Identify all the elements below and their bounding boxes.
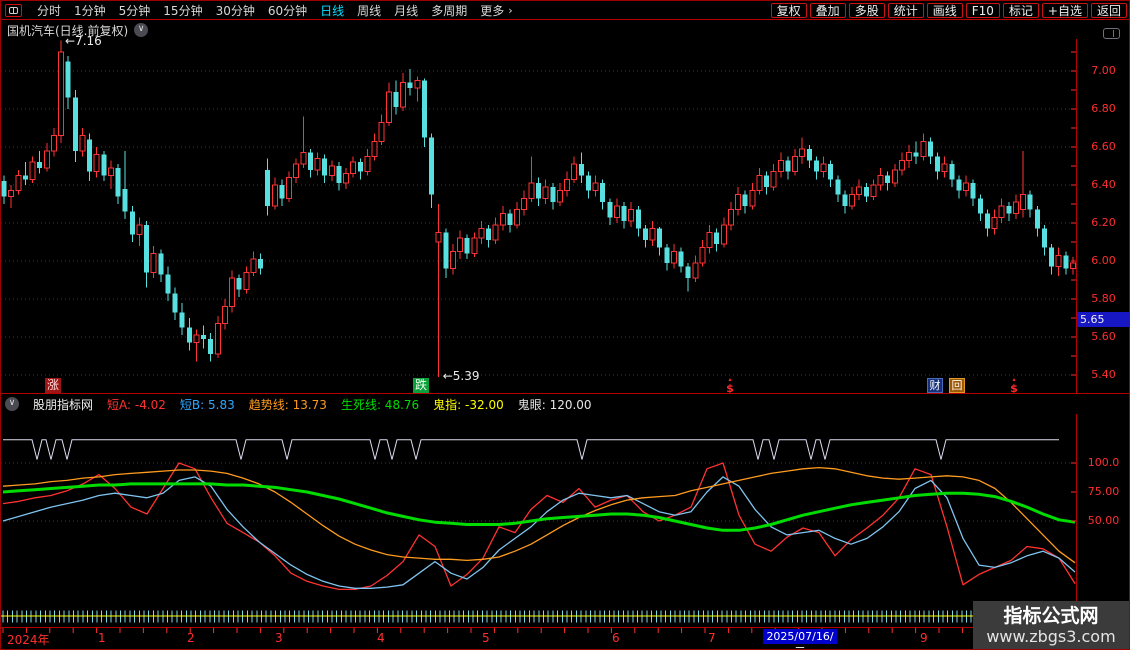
app-window: 分时 1分钟 5分钟 15分钟 30分钟 60分钟 日线 周线 月线 多周期 更多 › 复权 叠加 多股… bbox=[0, 0, 1130, 650]
watermark-badge: 指标公式网 www.zbgs3.com bbox=[973, 601, 1129, 649]
price-axis-label: 5.60 bbox=[1091, 330, 1116, 343]
period-tab-多周期[interactable]: 多周期 bbox=[431, 2, 467, 19]
chart-title-row: 国机汽车(日线.前复权) ∨ bbox=[7, 22, 149, 38]
price-axis-label: 6.20 bbox=[1091, 216, 1116, 229]
indicator-axis-label: 100.0 bbox=[1087, 456, 1120, 469]
price-axis-label: 5.40 bbox=[1091, 368, 1116, 381]
more-chevron-icon: › bbox=[508, 3, 513, 17]
price-axis-label: 6.40 bbox=[1091, 178, 1116, 191]
date-axis: 2025/07/16/三 2024年 1 2 3 4 5 6 7 9 bbox=[1, 627, 1077, 649]
period-tab-周线[interactable]: 周线 bbox=[357, 2, 381, 19]
window-layout-icon[interactable] bbox=[5, 3, 22, 17]
fall-marker: 跌 bbox=[413, 378, 429, 393]
period-tab-月线[interactable]: 月线 bbox=[394, 2, 418, 19]
current-price-tag: 5.65 bbox=[1077, 312, 1129, 327]
low-price-annotation: ←5.39 bbox=[442, 368, 480, 383]
indicator-stat-生死线: 生死线: 48.76 bbox=[340, 397, 420, 412]
selected-date-tag: 2025/07/16/三 bbox=[763, 629, 837, 649]
indicator-axis: 100.0 75.00 50.00 bbox=[1077, 414, 1129, 627]
toolbar-periods: 分时 1分钟 5分钟 15分钟 30分钟 60分钟 日线 周线 月线 多周期 更多 bbox=[37, 2, 504, 19]
period-tab-日线[interactable]: 日线 bbox=[320, 2, 344, 19]
toolbar-button-画线[interactable]: 画线 bbox=[926, 2, 963, 18]
top-toolbar: 分时 1分钟 5分钟 15分钟 30分钟 60分钟 日线 周线 月线 多周期 更多 › 复权 叠加 多股… bbox=[1, 1, 1129, 20]
indicator-header: ∨ 股朋指标网 短A: -4.02 短B: 5.83 趋势线: 13.73 生死线: … bbox=[1, 393, 1129, 414]
price-axis-label: 7.00 bbox=[1091, 64, 1116, 77]
indicator-axis-label: 50.00 bbox=[1087, 514, 1120, 527]
indicator-stat-短A: 短A: -4.02 bbox=[107, 397, 166, 412]
date-axis-label: 1 bbox=[98, 631, 106, 645]
indicator-name[interactable]: 股朋指标网 bbox=[33, 396, 93, 413]
price-axis-label: 6.60 bbox=[1091, 140, 1116, 153]
period-tabs: 分时 1分钟 5分钟 15分钟 30分钟 60分钟 日线 周线 月线 多周期 更多 › bbox=[1, 2, 513, 19]
period-tab-5分钟[interactable]: 5分钟 bbox=[119, 2, 151, 19]
indicator-chart[interactable] bbox=[1, 414, 1077, 627]
mini-layout-icon[interactable] bbox=[1103, 28, 1120, 39]
toolbar-button-多股[interactable]: 多股 bbox=[848, 2, 885, 18]
date-axis-label: 6 bbox=[612, 631, 620, 645]
date-axis-label: 5 bbox=[482, 631, 490, 645]
watermark-url: www.zbgs3.com bbox=[986, 626, 1116, 646]
price-axis-label: 6.00 bbox=[1091, 254, 1116, 267]
toolbar-button-+自选[interactable]: +自选 bbox=[1041, 2, 1088, 18]
period-tab-30分钟[interactable]: 30分钟 bbox=[216, 2, 255, 19]
period-tab-15分钟[interactable]: 15分钟 bbox=[163, 2, 202, 19]
toolbar-button-统计[interactable]: 统计 bbox=[887, 2, 924, 18]
period-tab-更多[interactable]: 更多 bbox=[480, 2, 504, 19]
date-axis-label: 3 bbox=[275, 631, 283, 645]
period-tab-分时[interactable]: 分时 bbox=[37, 2, 61, 19]
toolbar-buttons: 复权 叠加 多股 统计 画线 F10 标记 +自选 返回 bbox=[770, 2, 1129, 18]
chart-title: 国机汽车(日线.前复权) bbox=[7, 23, 129, 38]
indicator-axis-label: 75.00 bbox=[1087, 485, 1120, 498]
date-axis-label: 9 bbox=[920, 631, 928, 645]
date-ticks bbox=[2, 628, 1057, 633]
date-axis-label: 4 bbox=[377, 631, 385, 645]
date-axis-label: 7 bbox=[708, 631, 716, 645]
indicator-stat-短B: 短B: 5.83 bbox=[179, 397, 235, 412]
rise-marker: 涨 bbox=[45, 378, 61, 393]
title-dropdown-icon[interactable]: ∨ bbox=[134, 23, 149, 37]
indicator-stat-趋势线: 趋势线: 13.73 bbox=[248, 397, 327, 412]
candlestick-chart[interactable] bbox=[1, 39, 1077, 393]
period-tab-60分钟[interactable]: 60分钟 bbox=[268, 2, 307, 19]
toolbar-button-返回[interactable]: 返回 bbox=[1090, 2, 1127, 18]
indicator-stat-鬼指: 鬼指: -32.00 bbox=[433, 397, 504, 412]
toolbar-button-标记[interactable]: 标记 bbox=[1002, 2, 1039, 18]
finance-marker[interactable]: 财 bbox=[927, 378, 943, 393]
watermark-title: 指标公式网 bbox=[1003, 604, 1099, 627]
period-tab-1分钟[interactable]: 1分钟 bbox=[74, 2, 106, 19]
toolbar-button-F10[interactable]: F10 bbox=[965, 2, 1000, 18]
price-axis-label: 6.80 bbox=[1091, 102, 1116, 115]
date-axis-label: 2024年 bbox=[7, 633, 50, 647]
toolbar-button-叠加[interactable]: 叠加 bbox=[809, 2, 846, 18]
toolbar-button-复权[interactable]: 复权 bbox=[770, 2, 807, 18]
price-axis-label: 5.80 bbox=[1091, 292, 1116, 305]
date-axis-label: 2 bbox=[187, 631, 195, 645]
indicator-stats: 短A: -4.02 短B: 5.83 趋势线: 13.73 生死线: 48.76 鬼指:… bbox=[107, 396, 592, 413]
indicator-stat-鬼眼: 鬼眼: 120.00 bbox=[517, 397, 592, 412]
price-axis: 5.65 7.00 6.80 6.60 6.40 6.20 6.00 5.80 5.60 5.4… bbox=[1077, 39, 1129, 393]
indicator-collapse-icon[interactable]: ∨ bbox=[5, 397, 19, 411]
return-marker[interactable]: 回 bbox=[949, 378, 965, 393]
